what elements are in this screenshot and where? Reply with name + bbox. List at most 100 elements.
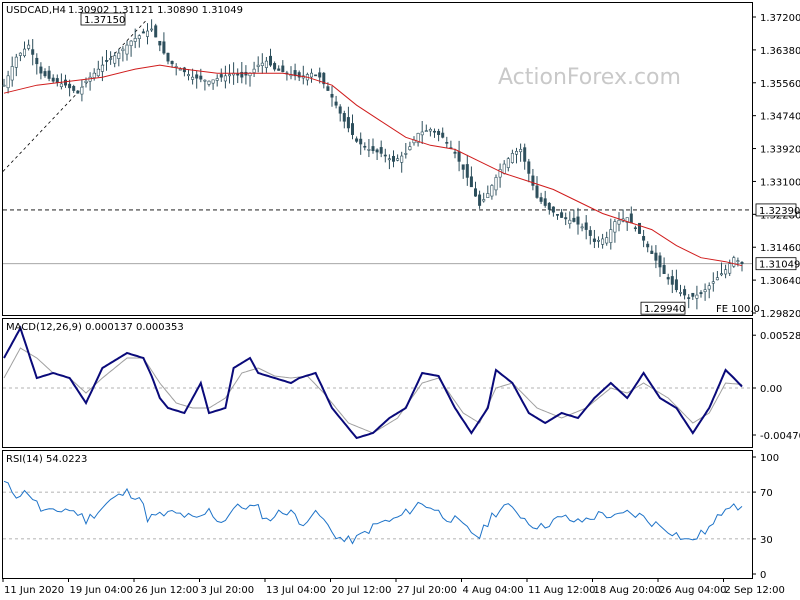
ohlc-label: 1.30902 1.31121 1.30890 1.31049	[68, 5, 243, 16]
candle-body	[51, 77, 55, 82]
x-tick-label: 18 Aug 20:00	[594, 585, 661, 596]
candle-body	[576, 216, 580, 225]
candle-body	[326, 86, 330, 91]
candle-body	[703, 289, 707, 293]
candle-body	[502, 163, 506, 174]
rsi-layer	[3, 480, 752, 545]
candle-body	[215, 78, 219, 81]
candle-body	[658, 255, 662, 268]
candle-body	[519, 149, 523, 153]
price-tick-label: 1.33920	[760, 145, 800, 156]
rsi-tick-label: 30	[760, 535, 773, 546]
candle-body	[424, 130, 428, 132]
candle-body	[199, 75, 203, 80]
candle-body	[572, 217, 576, 222]
candle-body	[531, 175, 535, 186]
candle-body	[736, 260, 740, 262]
macd-tick-label: 0.00	[760, 384, 782, 395]
candle-body	[100, 64, 104, 72]
candle-body	[642, 236, 646, 241]
candle-body	[318, 72, 322, 78]
price-tick-label: 1.37200	[760, 13, 800, 24]
candle-body	[650, 250, 654, 254]
candle-body	[207, 80, 211, 85]
candle-body	[719, 273, 723, 276]
candle-body	[568, 219, 572, 225]
candle-body	[203, 79, 207, 82]
candle-body	[166, 52, 170, 62]
candle-body	[281, 65, 285, 73]
candle-body	[256, 64, 260, 67]
candle-body	[514, 151, 518, 155]
candle-body	[359, 138, 363, 145]
candle-body	[596, 239, 600, 242]
rsi-title: RSI(14) 54.0223	[6, 454, 87, 465]
candle-body	[605, 237, 609, 244]
candle-body	[400, 155, 404, 163]
macd-tick-label: -0.004701	[760, 431, 800, 442]
candle-body	[31, 49, 35, 55]
candle-body	[27, 44, 31, 49]
candle-body	[14, 56, 18, 68]
candle-body	[420, 131, 424, 136]
candle-body	[244, 71, 248, 76]
candle-body	[121, 48, 125, 52]
candle-body	[695, 294, 699, 299]
candle-body	[314, 74, 318, 77]
candle-body	[592, 238, 596, 242]
candle-body	[277, 68, 281, 71]
candle-body	[105, 60, 109, 62]
candle-body	[80, 86, 84, 95]
x-tick-label: 3 Jul 20:00	[201, 585, 255, 596]
x-tick-label: 11 Aug 12:00	[528, 585, 595, 596]
candle-body	[617, 219, 621, 225]
candle-body	[584, 222, 588, 230]
candle-body	[465, 164, 469, 178]
candle-body	[396, 158, 400, 161]
candle-body	[191, 76, 195, 80]
candle-body	[633, 227, 637, 230]
candle-body	[387, 158, 391, 161]
candle-body	[527, 161, 531, 174]
candle-body	[654, 252, 658, 261]
candle-body	[539, 197, 543, 202]
candle-body	[133, 38, 137, 42]
chart-root: ActionForex.com 1.371501.29940 FE 100.0 1…	[2, 2, 800, 596]
candle-body	[76, 90, 80, 94]
candle-body	[137, 35, 141, 40]
candle-body	[637, 222, 641, 234]
candle-body	[461, 164, 465, 170]
candle-body	[379, 147, 383, 154]
candle-body	[523, 147, 527, 162]
candle-body	[674, 279, 678, 291]
candle-body	[117, 52, 121, 59]
candle-body	[43, 71, 47, 77]
price-tick-label: 1.36380	[760, 46, 800, 57]
candle-body	[543, 198, 547, 206]
candle-body	[363, 145, 367, 148]
candle-body	[236, 73, 240, 76]
candle-body	[715, 277, 719, 281]
candle-body	[478, 194, 482, 206]
candle-body	[469, 176, 473, 188]
candle-body	[268, 55, 272, 66]
candle-body	[666, 277, 670, 280]
candle-body	[154, 25, 158, 38]
candle-body	[178, 68, 182, 71]
candle-body	[724, 269, 728, 275]
candle-body	[195, 74, 199, 79]
candle-body	[10, 66, 14, 81]
candle-body	[432, 130, 436, 133]
candle-body	[662, 265, 666, 274]
candle-body	[728, 263, 732, 274]
candle-body	[330, 93, 334, 98]
candle-body	[601, 238, 605, 245]
candle-body	[55, 78, 59, 83]
candle-body	[371, 146, 375, 151]
candle-body	[383, 154, 387, 157]
candle-body	[683, 289, 687, 296]
candle-body	[629, 213, 633, 224]
candle-body	[146, 30, 150, 37]
candle-body	[68, 83, 72, 89]
high-label: 1.37150	[84, 15, 125, 26]
